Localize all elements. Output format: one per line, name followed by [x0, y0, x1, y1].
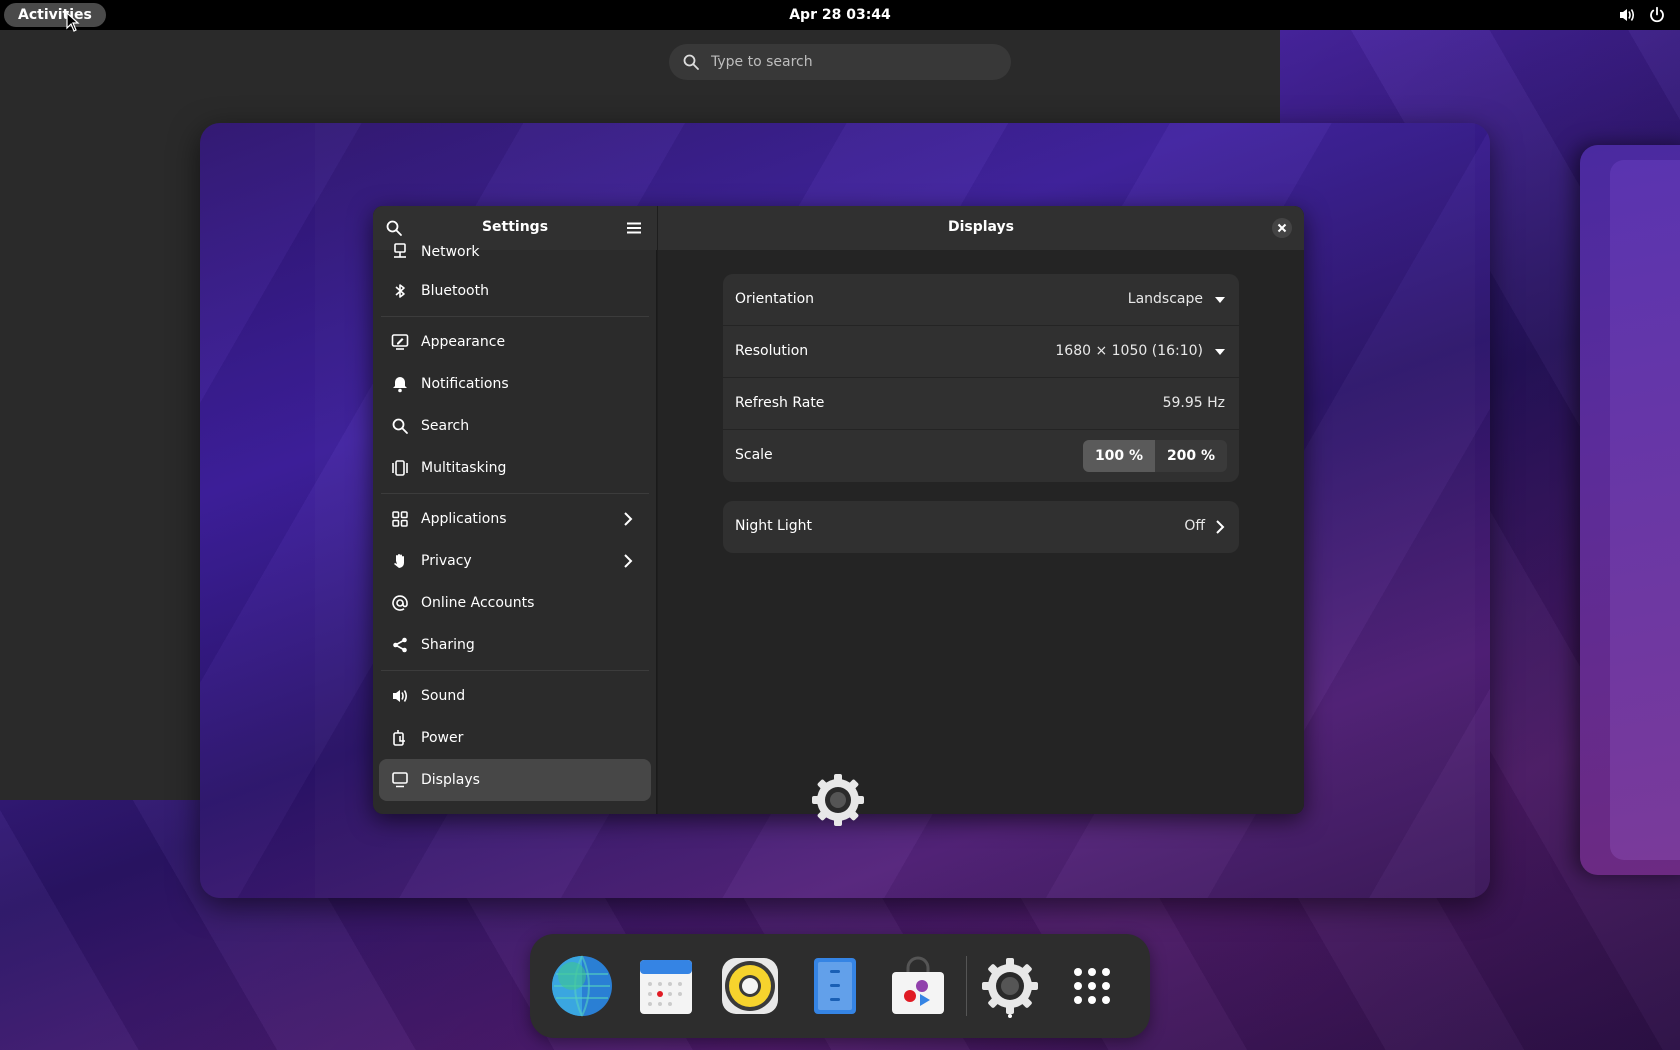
sidebar-item-label: Applications	[421, 511, 507, 527]
app-grid-icon[interactable]	[1060, 954, 1124, 1018]
sidebar-item-sound[interactable]: Sound	[379, 675, 651, 717]
at-icon	[392, 595, 408, 611]
settings-window[interactable]: Settings Network Bluetooth Appearance No…	[373, 206, 1304, 814]
sidebar-item-label: Network	[421, 244, 480, 260]
sidebar-item-label: Privacy	[421, 553, 472, 569]
share-icon	[393, 637, 407, 653]
divider	[381, 316, 649, 317]
bell-icon	[393, 377, 407, 393]
top-bar: Activities Apr 28 03:44	[0, 0, 1680, 30]
settings-nav: Network Bluetooth Appearance Notificatio…	[379, 234, 651, 801]
sidebar-item-sharing[interactable]: Sharing	[379, 624, 651, 666]
sidebar-item-label: Search	[421, 418, 470, 434]
network-icon	[394, 243, 406, 258]
sidebar-item-privacy[interactable]: Privacy	[379, 540, 651, 582]
night-light-value: Off	[1184, 518, 1205, 534]
settings-sidebar: Settings Network Bluetooth Appearance No…	[373, 206, 657, 814]
orientation-row[interactable]: Orientation Landscape	[723, 274, 1239, 326]
scale-label: Scale	[735, 447, 773, 463]
resolution-row[interactable]: Resolution 1680 × 1050 (16:10)	[723, 326, 1239, 378]
multitasking-icon	[392, 460, 408, 476]
scale-option-200[interactable]: 200 %	[1155, 440, 1227, 472]
system-tray[interactable]	[1618, 6, 1666, 24]
sidebar-item-applications[interactable]: Applications	[379, 498, 651, 540]
dock-separator	[966, 956, 967, 1016]
settings-app-icon	[812, 774, 864, 826]
sidebar-item-label: Sound	[421, 688, 466, 704]
sidebar-item-appearance[interactable]: Appearance	[379, 321, 651, 363]
mouse-pointer-icon	[66, 12, 80, 32]
rhythmbox-icon[interactable]	[718, 954, 782, 1018]
grid-icon	[392, 511, 408, 527]
resolution-value[interactable]: 1680 × 1050 (16:10)	[1055, 343, 1203, 359]
dash	[530, 934, 1150, 1038]
scale-row: Scale 100 % 200 %	[723, 430, 1239, 482]
display-settings-group: Orientation Landscape Resolution 1680 × …	[723, 274, 1239, 482]
speaker-icon	[393, 690, 408, 702]
dropdown-arrow-icon	[1215, 297, 1225, 303]
hand-icon	[394, 554, 404, 568]
refresh-rate-value: 59.95 Hz	[1162, 395, 1225, 411]
speaker-icon[interactable]	[1618, 6, 1636, 24]
sidebar-item-online-accounts[interactable]: Online Accounts	[379, 582, 651, 624]
sidebar-item-label: Online Accounts	[421, 595, 535, 611]
sidebar-item-search[interactable]: Search	[379, 405, 651, 447]
settings-icon[interactable]	[978, 954, 1042, 1018]
sidebar-item-displays[interactable]: Displays	[379, 759, 651, 801]
divider	[381, 670, 649, 671]
sidebar-item-label: Sharing	[421, 637, 475, 653]
web-browser-icon[interactable]	[550, 954, 614, 1018]
files-icon[interactable]	[802, 954, 866, 1018]
refresh-rate-row: Refresh Rate 59.95 Hz	[723, 378, 1239, 430]
close-button[interactable]	[1272, 218, 1292, 238]
sidebar-item-network[interactable]: Network	[379, 234, 651, 270]
sidebar-item-notifications[interactable]: Notifications	[379, 363, 651, 405]
scale-toggle[interactable]: 100 % 200 %	[1083, 440, 1227, 472]
bluetooth-icon	[395, 284, 405, 298]
sidebar-item-label: Power	[421, 730, 464, 746]
sidebar-item-label: Appearance	[421, 334, 506, 350]
dropdown-arrow-icon	[1215, 349, 1225, 355]
orientation-value[interactable]: Landscape	[1128, 291, 1203, 307]
power-plug-icon	[393, 730, 405, 746]
scale-option-100[interactable]: 100 %	[1083, 440, 1155, 472]
sidebar-item-label: Displays	[421, 772, 480, 788]
chevron-right-icon	[624, 554, 633, 568]
workspace-window-preview	[1610, 160, 1680, 860]
calendar-icon[interactable]	[634, 954, 698, 1018]
activities-button[interactable]: Activities	[4, 3, 106, 27]
refresh-rate-label: Refresh Rate	[735, 395, 825, 411]
overview-search[interactable]	[669, 44, 1011, 80]
sidebar-item-multitasking[interactable]: Multitasking	[379, 447, 651, 489]
night-light-group: Night Light Off	[723, 501, 1239, 553]
page-title: Displays	[947, 219, 1015, 235]
clock[interactable]: Apr 28 03:44	[0, 0, 1680, 30]
displays-panel: Displays Orientation Landscape Resolutio…	[658, 206, 1304, 814]
sidebar-item-bluetooth[interactable]: Bluetooth	[379, 270, 651, 312]
sidebar-item-label: Bluetooth	[421, 283, 489, 299]
sidebar-item-label: Notifications	[421, 376, 509, 392]
content-header: Displays	[658, 206, 1304, 250]
orientation-label: Orientation	[735, 291, 815, 307]
sidebar-title: Settings	[481, 219, 549, 235]
display-icon	[392, 772, 408, 788]
close-icon	[1277, 223, 1287, 233]
search-icon	[683, 54, 699, 70]
sidebar-item-power[interactable]: Power	[379, 717, 651, 759]
power-icon[interactable]	[1648, 6, 1666, 24]
search-icon	[392, 418, 408, 434]
chevron-right-icon	[624, 512, 633, 526]
night-light-label: Night Light	[735, 518, 812, 534]
resolution-label: Resolution	[735, 343, 809, 359]
night-light-row[interactable]: Night Light Off	[723, 501, 1239, 553]
appearance-icon	[391, 334, 409, 350]
chevron-right-icon	[1216, 520, 1225, 534]
sidebar-item-label: Multitasking	[421, 460, 507, 476]
software-icon[interactable]	[886, 954, 950, 1018]
divider	[381, 493, 649, 494]
search-input[interactable]	[711, 44, 991, 80]
